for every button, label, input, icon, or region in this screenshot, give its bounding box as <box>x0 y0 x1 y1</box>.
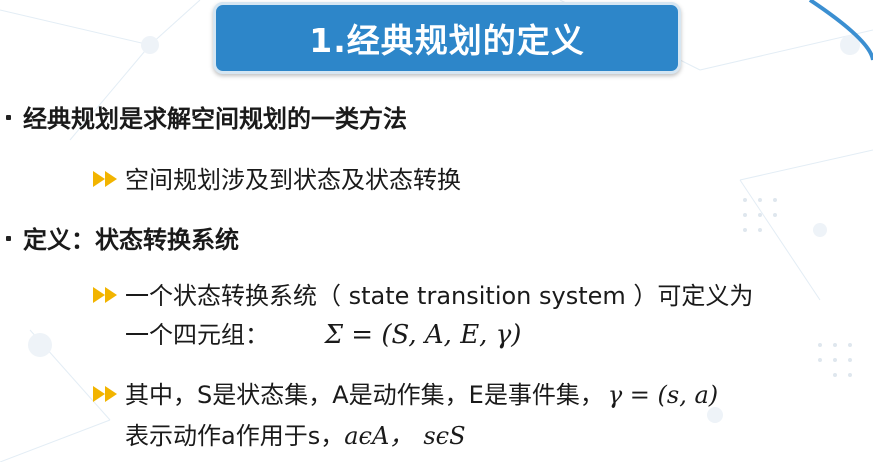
sub-bullet-1-1-text: 空间规划涉及到状态及状态转换 <box>125 166 461 194</box>
bullet-dot-icon <box>6 235 11 241</box>
four-tuple-label: 一个四元组： <box>125 321 269 349</box>
sub-bullet-1-1: 空间规划涉及到状态及状态转换 <box>92 160 461 195</box>
bullet-2-text: 定义：状态转换系统 <box>23 226 239 254</box>
double-arrow-icon <box>93 287 117 303</box>
double-arrow-icon <box>93 386 117 402</box>
bullet-dot-icon <box>6 114 11 120</box>
sub-bullet-2-2-text: 其中，S是状态集，A是动作集，E是事件集， <box>125 381 604 409</box>
action-membership: aϵA， <box>344 422 414 450</box>
sub-bullet-2-1-text: 一个状态转换系统（ state transition system ）可定义为 <box>125 282 754 310</box>
sub-bullet-2-1-line1: 一个状态转换系统（ state transition system ）可定义为 <box>92 276 753 311</box>
bullet-1-text: 经典规划是求解空间规划的一类方法 <box>23 105 407 133</box>
title-banner: 1.经典规划的定义 <box>213 2 681 74</box>
state-membership: sϵS <box>423 422 466 450</box>
slide-title: 1.经典规划的定义 <box>309 21 585 60</box>
tuple-formula: Σ = (S, A, E, γ) <box>324 320 522 350</box>
sub-bullet-2-1-line2: 一个四元组： Σ = (S, A, E, γ) <box>125 315 521 350</box>
transition-formula: γ = (s, a) <box>607 381 719 409</box>
double-arrow-icon <box>93 171 117 187</box>
sub-bullet-2-2-line1: 其中，S是状态集，A是动作集，E是事件集， γ = (s, a) <box>92 375 718 410</box>
bullet-1: 经典规划是求解空间规划的一类方法 <box>6 99 407 134</box>
bullet-2: 定义：状态转换系统 <box>6 220 239 255</box>
action-description: 表示动作a作用于s， <box>125 422 345 450</box>
sub-bullet-2-2-line2: 表示动作a作用于s，aϵA， sϵS <box>125 416 466 451</box>
